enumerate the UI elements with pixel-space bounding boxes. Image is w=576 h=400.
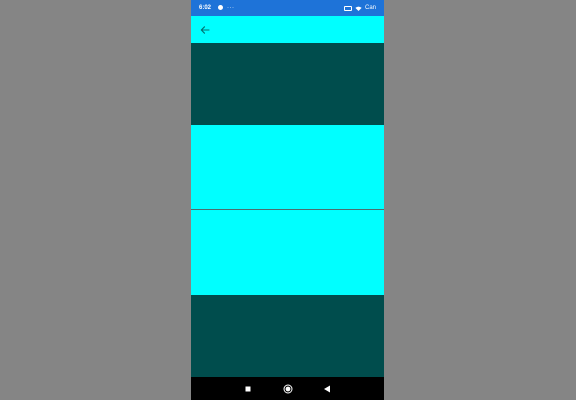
dark-content-band-1 <box>191 43 384 125</box>
notification-icon <box>218 5 223 10</box>
wifi-icon <box>355 6 362 11</box>
carrier-label: Can <box>364 5 376 11</box>
triangle-back-icon <box>323 385 330 392</box>
square-icon <box>245 386 250 391</box>
arrow-left-icon <box>200 25 210 34</box>
light-content-band-1 <box>191 125 384 209</box>
phone-screen: 6:02 ··· Can <box>191 0 384 400</box>
status-bar: 6:02 ··· Can <box>191 0 384 16</box>
dark-content-band-2 <box>191 295 384 377</box>
back-button[interactable] <box>197 22 212 37</box>
nav-back-button[interactable] <box>320 382 333 395</box>
toolbar <box>191 16 384 43</box>
status-overflow: ··· <box>227 5 235 11</box>
home-button[interactable] <box>281 382 294 395</box>
light-content-band-2 <box>191 210 384 295</box>
recents-button[interactable] <box>241 382 254 395</box>
status-time: 6:02 <box>199 5 212 11</box>
circle-icon <box>283 384 292 393</box>
signal-icon <box>343 5 352 11</box>
navigation-bar <box>191 377 384 400</box>
status-indicators: Can <box>343 0 376 16</box>
